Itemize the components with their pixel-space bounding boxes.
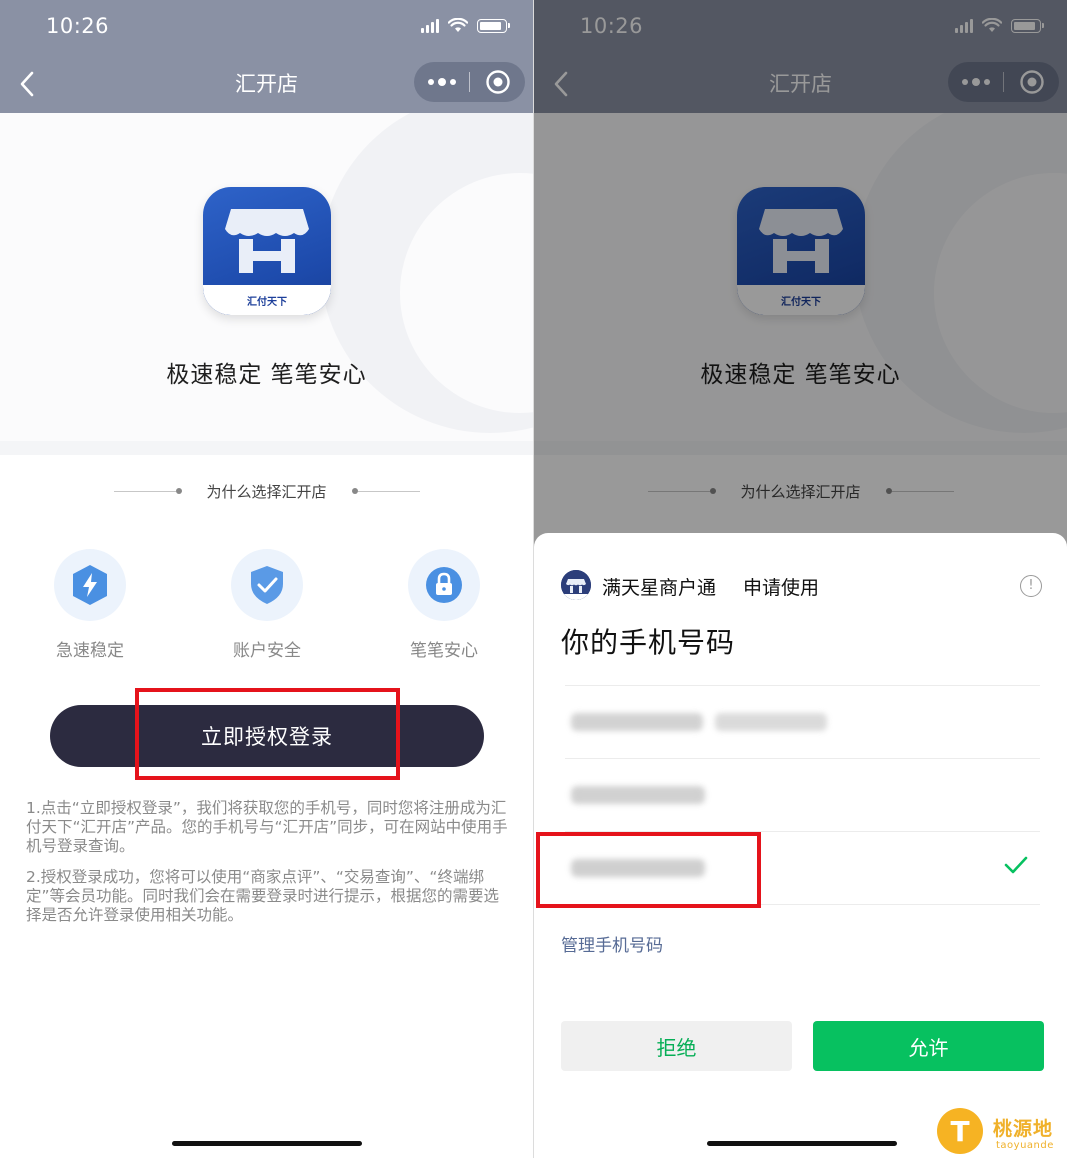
battery-icon (477, 18, 510, 33)
hero-section: 汇付天下 (0, 113, 533, 441)
status-icons (421, 18, 510, 33)
phone-option-1[interactable] (565, 685, 1040, 757)
feature-speed: 急速稳定 (30, 549, 150, 661)
shield-check-icon (231, 549, 303, 621)
watermark-text: 桃源地 (993, 1118, 1054, 1140)
storefront-icon (225, 209, 309, 273)
why-title: 为什么选择汇开店 (206, 483, 327, 501)
app-logo: 汇付天下 (203, 187, 331, 315)
highlight-box-login (135, 688, 400, 780)
request-text: 申请使用 (743, 577, 820, 599)
reject-button[interactable]: 拒绝 (561, 1021, 792, 1071)
feature-security: 账户安全 (207, 549, 327, 661)
blurred-phone-number (571, 786, 705, 804)
requesting-app-name: 满天星商户通 (602, 577, 717, 599)
blurred-phone-label (715, 713, 827, 731)
checkmark-icon (1004, 856, 1028, 874)
close-target-icon[interactable] (470, 62, 525, 102)
app-avatar (561, 570, 591, 600)
slogan: 极速稳定 笔笔安心 (166, 362, 367, 388)
feature-peace: 笔笔安心 (384, 549, 504, 661)
why-line-right (358, 491, 420, 492)
wifi-icon (448, 18, 468, 32)
feature-label: 急速稳定 (56, 641, 124, 661)
phone-screen-auth: 10:26 汇开店 汇付天下 极速稳定 笔笔安心 为什么选择汇开店 满天星商户通… (534, 0, 1067, 1158)
feature-label: 账户安全 (233, 641, 301, 661)
note-1: 1.点击“立即授权登录”，我们将获取您的手机号，同时您将注册成为汇付天下“汇开店… (26, 799, 508, 855)
phone-screen-login: 10:26 汇开店 汇付天下 极速稳定 笔笔安心 为什么选择汇开店 急速稳定 账… (0, 0, 533, 1158)
mini-program-capsule (414, 62, 525, 102)
phone-option-2[interactable] (565, 758, 1040, 830)
watermark-subtext: taoyuande (996, 1140, 1054, 1151)
signal-icon (421, 18, 439, 33)
manage-phone-link[interactable]: 管理手机号码 (561, 931, 663, 956)
highlight-box-phone (536, 832, 761, 908)
info-icon[interactable]: ! (1020, 575, 1042, 597)
lightning-icon (54, 549, 126, 621)
section-gap (0, 441, 533, 455)
home-indicator (172, 1141, 362, 1146)
nav-header: 10:26 汇开店 (0, 0, 533, 113)
note-2: 2.授权登录成功，您将可以使用“商家点评”、“交易查询”、“终端绑定”等会员功能… (26, 868, 500, 924)
sheet-title: 你的手机号码 (561, 626, 736, 659)
feature-label: 笔笔安心 (410, 641, 478, 661)
logo-brand-text: 汇付天下 (247, 297, 287, 308)
lock-icon (408, 549, 480, 621)
watermark-logo-icon: T (937, 1108, 983, 1154)
more-dots-icon[interactable] (414, 62, 469, 102)
status-time: 10:26 (46, 14, 110, 38)
allow-button[interactable]: 允许 (813, 1021, 1044, 1071)
home-indicator (707, 1141, 897, 1146)
blurred-phone-number (571, 713, 703, 731)
